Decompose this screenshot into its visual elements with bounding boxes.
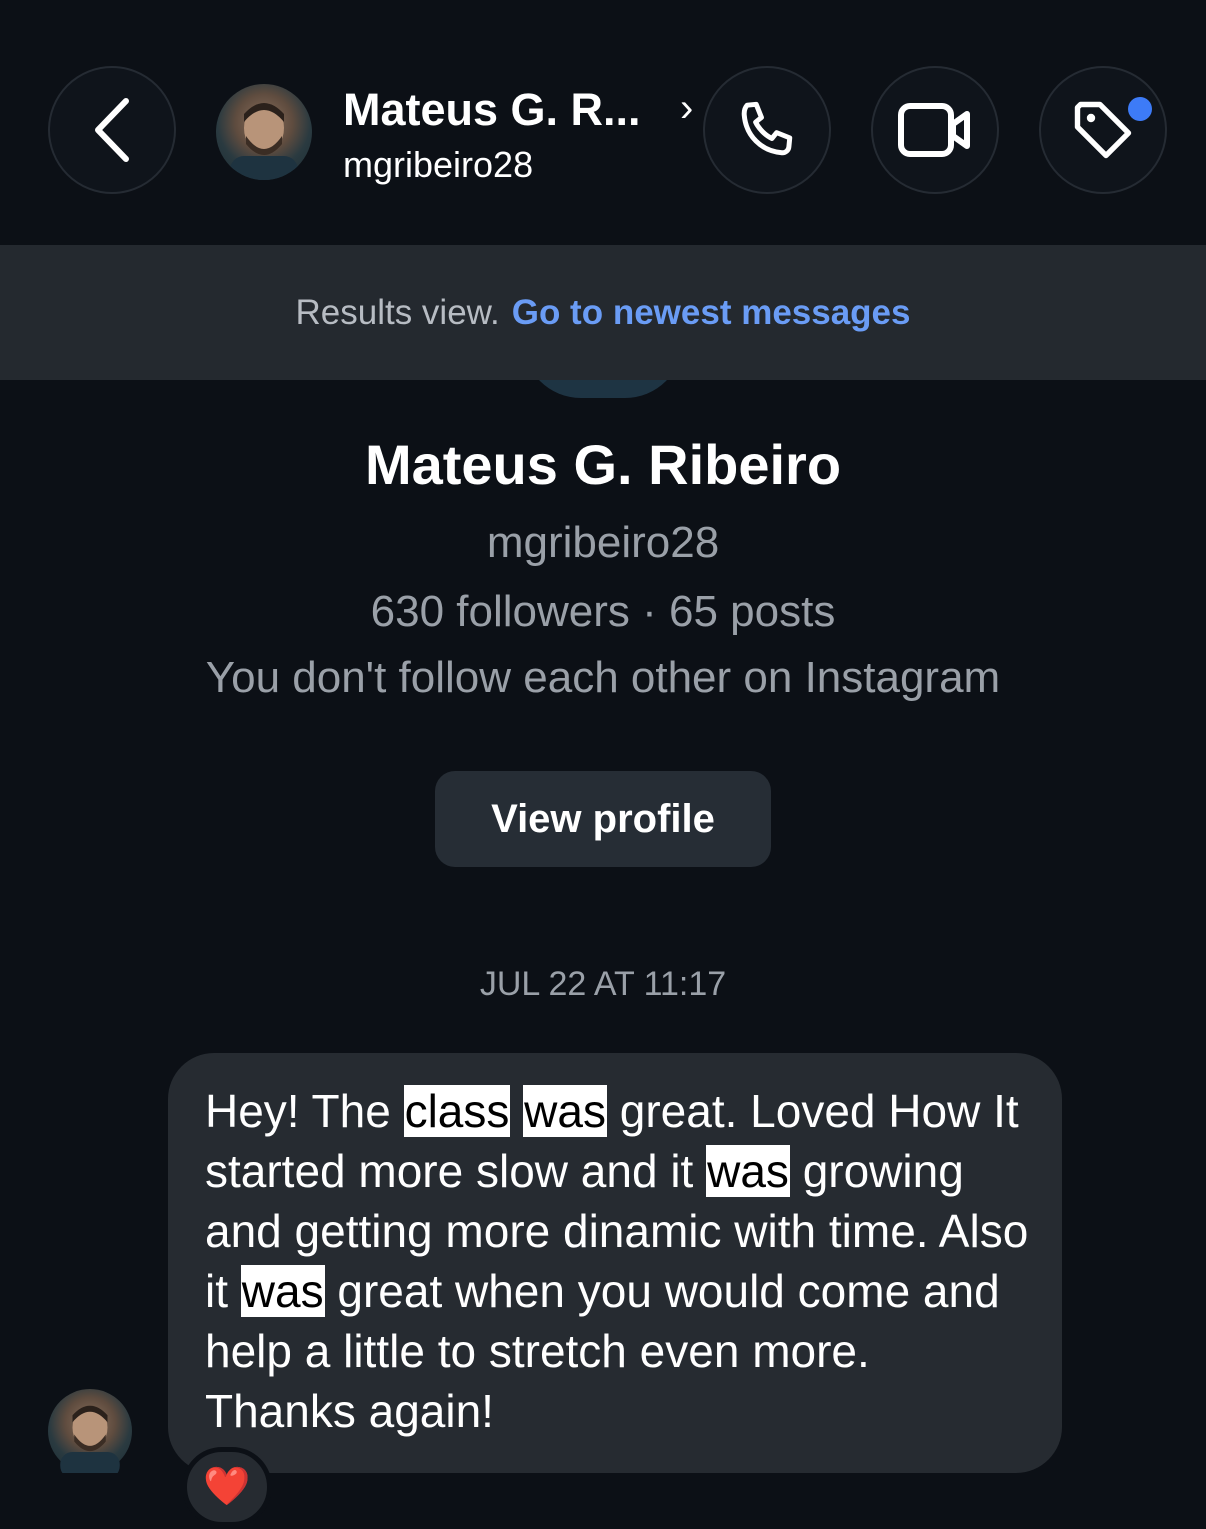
message-bubble[interactable]: Hey! The class was great. Loved How It s…: [168, 1053, 1062, 1473]
avatar-face-icon: [60, 1405, 120, 1479]
audio-call-button[interactable]: [703, 66, 831, 194]
message-segment: [510, 1085, 523, 1137]
search-highlight: class: [403, 1085, 511, 1137]
view-profile-button[interactable]: View profile: [435, 771, 771, 867]
chevron-right-icon[interactable]: ›: [680, 86, 693, 131]
tag-button[interactable]: [1039, 66, 1167, 194]
results-banner: Results view. Go to newest messages: [0, 245, 1206, 380]
heart-reaction[interactable]: ❤️: [182, 1447, 272, 1527]
relationship-note: You don't follow each other on Instagram: [205, 653, 1001, 702]
notification-dot: [1128, 97, 1152, 121]
header-username[interactable]: mgribeiro28: [343, 144, 533, 186]
message-timestamp: JUL 22 AT 11:17: [479, 965, 727, 1003]
back-button[interactable]: [48, 66, 176, 194]
profile-username: mgribeiro28: [486, 518, 720, 567]
search-highlight: was: [706, 1145, 790, 1197]
go-to-newest-link[interactable]: Go to newest messages: [512, 293, 911, 333]
message-text: Hey! The class was great. Loved How It s…: [205, 1081, 1032, 1441]
message-segment: great when you would come and help a lit…: [205, 1265, 1000, 1437]
profile-name: Mateus G. Ribeiro: [364, 433, 842, 496]
header-avatar[interactable]: [216, 84, 312, 180]
message-segment: Hey! The: [205, 1085, 404, 1137]
chat-header: Mateus G. R... › mgribeiro28: [0, 0, 1206, 245]
heart-icon: ❤️: [203, 1466, 251, 1508]
search-highlight: was: [523, 1085, 607, 1137]
results-view-label: Results view.: [295, 292, 500, 332]
header-display-name[interactable]: Mateus G. R...: [343, 84, 641, 136]
video-camera-icon: [898, 103, 970, 157]
avatar-face-icon: [230, 103, 298, 180]
sender-avatar[interactable]: [48, 1389, 132, 1479]
profile-stats: 630 followers · 65 posts: [370, 587, 836, 636]
search-highlight: was: [240, 1265, 325, 1317]
phone-icon: [741, 101, 793, 156]
chevron-left-icon: [95, 98, 129, 162]
video-call-button[interactable]: [871, 66, 999, 194]
